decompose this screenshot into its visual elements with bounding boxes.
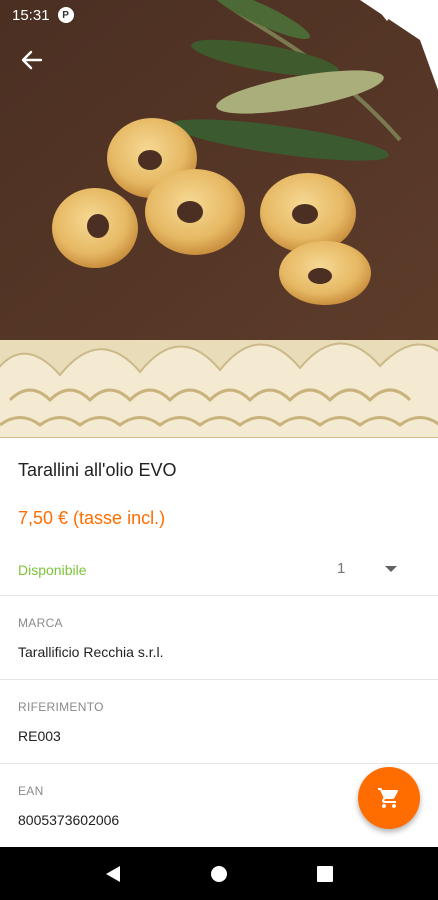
reference-section: RIFERIMENTO RE003 [18, 700, 104, 744]
product-title: Tarallini all'olio EVO [18, 460, 177, 480]
reference-label: RIFERIMENTO [18, 700, 104, 714]
quantity-select[interactable]: 1 [337, 560, 345, 577]
status-bar: 15:31 P [0, 0, 438, 30]
notification-badge: P [57, 7, 74, 23]
reference-value: RE003 [18, 728, 61, 744]
signal-icon [399, 8, 413, 22]
back-button[interactable] [14, 42, 50, 78]
ean-value: 8005373602006 [18, 812, 120, 828]
ean-section: EAN 8005373602006 [18, 784, 119, 828]
wifi-icon [379, 8, 395, 21]
nav-recents-button[interactable] [305, 854, 345, 894]
availability-status: Disponibile [18, 562, 87, 578]
recents-square-icon [317, 865, 333, 882]
status-time: 15:31 [12, 6, 50, 24]
ean-label: EAN [18, 784, 44, 798]
divider [0, 679, 438, 680]
dropdown-caret-icon[interactable] [385, 566, 397, 572]
back-triangle-icon [106, 865, 120, 882]
cart-icon [378, 788, 399, 808]
brand-label: MARCA [18, 616, 63, 630]
availability-row: Disponibile 1 [0, 550, 438, 596]
home-circle-icon [211, 865, 227, 882]
nav-home-button[interactable] [199, 854, 239, 894]
nav-back-button[interactable] [93, 854, 133, 894]
arrow-left-icon [21, 50, 43, 70]
brand-value: Tarallificio Recchia s.r.l. [18, 644, 164, 660]
brand-section: MARCA Tarallificio Recchia s.r.l. [18, 616, 164, 660]
add-to-cart-button[interactable] [358, 767, 420, 829]
product-image [0, 0, 438, 438]
divider [0, 763, 438, 764]
product-price: 7,50 € (tasse incl.) [18, 508, 166, 528]
system-nav-bar [0, 847, 438, 900]
battery-icon [417, 7, 426, 23]
divider [0, 595, 438, 596]
